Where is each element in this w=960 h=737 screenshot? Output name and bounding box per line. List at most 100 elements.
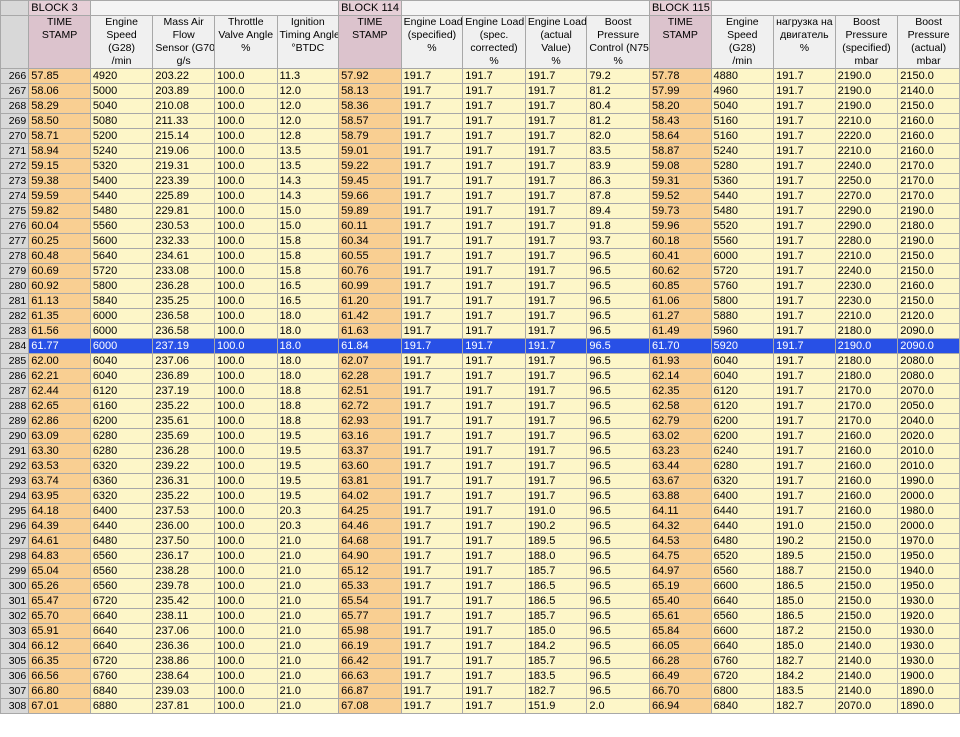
timestamp-cell[interactable]: 64.68 bbox=[338, 533, 402, 549]
value-cell[interactable]: 2220.0 bbox=[834, 128, 899, 144]
table-row[interactable]: 305 66.35 6720 238.86 100.0 21.0 66.42 191.7 191… bbox=[0, 653, 960, 669]
timestamp-cell[interactable]: 63.95 bbox=[28, 488, 91, 504]
timestamp-cell[interactable]: 60.41 bbox=[648, 248, 712, 264]
value-cell[interactable]: 6320 bbox=[89, 488, 154, 504]
table-row[interactable]: 269 58.50 5080 211.33 100.0 12.0 58.57 191.7 191… bbox=[0, 113, 960, 129]
value-cell[interactable]: 21.0 bbox=[276, 608, 340, 624]
value-cell[interactable]: 100.0 bbox=[213, 293, 278, 309]
timestamp-cell[interactable]: 61.49 bbox=[648, 323, 712, 339]
value-cell[interactable]: 5600 bbox=[89, 233, 154, 249]
value-cell[interactable]: 86.3 bbox=[586, 173, 650, 189]
value-cell[interactable]: 21.0 bbox=[276, 593, 340, 609]
row-number[interactable]: 292 bbox=[0, 458, 30, 474]
table-row[interactable]: 308 67.01 6880 237.81 100.0 21.0 67.08 191.7 191… bbox=[0, 698, 960, 714]
value-cell[interactable]: 237.06 bbox=[152, 623, 215, 639]
row-number[interactable]: 276 bbox=[0, 218, 30, 234]
timestamp-cell[interactable]: 61.20 bbox=[338, 293, 402, 309]
value-cell[interactable]: 100.0 bbox=[213, 338, 278, 354]
table-row[interactable]: 276 60.04 5560 230.53 100.0 15.0 60.11 191.7 191… bbox=[0, 218, 960, 234]
value-cell[interactable]: 100.0 bbox=[213, 518, 278, 534]
value-cell[interactable]: 183.5 bbox=[773, 683, 836, 699]
table-row[interactable]: 268 58.29 5040 210.08 100.0 12.0 58.36 191.7 191… bbox=[0, 98, 960, 114]
value-cell[interactable]: 18.0 bbox=[276, 368, 340, 384]
value-cell[interactable]: 6640 bbox=[710, 593, 775, 609]
value-cell[interactable]: 5720 bbox=[89, 263, 154, 279]
value-cell[interactable]: 191.7 bbox=[524, 143, 588, 159]
row-number[interactable]: 284 bbox=[0, 338, 30, 354]
value-cell[interactable]: 191.7 bbox=[773, 98, 836, 114]
value-cell[interactable]: 2070.0 bbox=[834, 698, 899, 714]
value-cell[interactable]: 223.39 bbox=[152, 173, 215, 189]
value-cell[interactable]: 2160.0 bbox=[834, 428, 899, 444]
value-cell[interactable]: 100.0 bbox=[213, 578, 278, 594]
value-cell[interactable]: 93.7 bbox=[586, 233, 650, 249]
timestamp-cell[interactable]: 58.79 bbox=[338, 128, 402, 144]
value-cell[interactable]: 21.0 bbox=[276, 668, 340, 684]
table-row[interactable]: 298 64.83 6560 236.17 100.0 21.0 64.90 191.7 191… bbox=[0, 548, 960, 564]
column-header[interactable]: Engine Speed (G28)/min bbox=[710, 15, 775, 69]
value-cell[interactable]: 2150.0 bbox=[897, 248, 960, 264]
value-cell[interactable]: 191.7 bbox=[462, 143, 526, 159]
value-cell[interactable]: 2080.0 bbox=[897, 368, 960, 384]
timestamp-cell[interactable]: 60.62 bbox=[648, 263, 712, 279]
value-cell[interactable]: 5160 bbox=[710, 128, 775, 144]
value-cell[interactable]: 1900.0 bbox=[897, 668, 960, 684]
value-cell[interactable]: 233.08 bbox=[152, 263, 215, 279]
value-cell[interactable]: 185.0 bbox=[524, 623, 588, 639]
value-cell[interactable]: 1970.0 bbox=[897, 533, 960, 549]
value-cell[interactable]: 6640 bbox=[89, 623, 154, 639]
value-cell[interactable]: 191.7 bbox=[773, 293, 836, 309]
timestamp-cell[interactable]: 59.45 bbox=[338, 173, 402, 189]
value-cell[interactable]: 100.0 bbox=[213, 323, 278, 339]
value-cell[interactable]: 2080.0 bbox=[897, 353, 960, 369]
value-cell[interactable]: 237.19 bbox=[152, 338, 215, 354]
value-cell[interactable]: 100.0 bbox=[213, 458, 278, 474]
timestamp-cell[interactable]: 61.42 bbox=[338, 308, 402, 324]
value-cell[interactable]: 2000.0 bbox=[897, 488, 960, 504]
timestamp-cell[interactable]: 59.38 bbox=[28, 173, 91, 189]
timestamp-cell[interactable]: 62.79 bbox=[648, 413, 712, 429]
value-cell[interactable]: 191.7 bbox=[462, 203, 526, 219]
value-cell[interactable]: 100.0 bbox=[213, 308, 278, 324]
value-cell[interactable]: 191.7 bbox=[400, 608, 464, 624]
value-cell[interactable]: 100.0 bbox=[213, 488, 278, 504]
column-header[interactable]: TIME STAMP bbox=[28, 15, 91, 69]
row-number[interactable]: 303 bbox=[0, 623, 30, 639]
timestamp-cell[interactable]: 67.08 bbox=[338, 698, 402, 714]
value-cell[interactable]: 191.7 bbox=[400, 353, 464, 369]
value-cell[interactable]: 6840 bbox=[710, 698, 775, 714]
value-cell[interactable]: 6360 bbox=[89, 473, 154, 489]
value-cell[interactable]: 100.0 bbox=[213, 383, 278, 399]
value-cell[interactable]: 19.5 bbox=[276, 473, 340, 489]
value-cell[interactable]: 6720 bbox=[710, 668, 775, 684]
timestamp-cell[interactable]: 58.57 bbox=[338, 113, 402, 129]
value-cell[interactable]: 237.50 bbox=[152, 533, 215, 549]
value-cell[interactable]: 14.3 bbox=[276, 173, 340, 189]
value-cell[interactable]: 2230.0 bbox=[834, 293, 899, 309]
value-cell[interactable]: 191.7 bbox=[462, 653, 526, 669]
value-cell[interactable]: 191.7 bbox=[462, 533, 526, 549]
table-row[interactable]: 290 63.09 6280 235.69 100.0 19.5 63.16 191.7 191… bbox=[0, 428, 960, 444]
value-cell[interactable]: 235.42 bbox=[152, 593, 215, 609]
value-cell[interactable]: 12.0 bbox=[276, 113, 340, 129]
value-cell[interactable]: 1980.0 bbox=[897, 503, 960, 519]
value-cell[interactable]: 2150.0 bbox=[834, 593, 899, 609]
value-cell[interactable]: 2150.0 bbox=[834, 623, 899, 639]
timestamp-cell[interactable]: 58.29 bbox=[28, 98, 91, 114]
value-cell[interactable]: 5880 bbox=[710, 308, 775, 324]
value-cell[interactable]: 21.0 bbox=[276, 683, 340, 699]
timestamp-cell[interactable]: 59.59 bbox=[28, 188, 91, 204]
value-cell[interactable]: 96.5 bbox=[586, 638, 650, 654]
value-cell[interactable]: 6200 bbox=[710, 428, 775, 444]
value-cell[interactable]: 6800 bbox=[710, 683, 775, 699]
value-cell[interactable]: 191.7 bbox=[773, 503, 836, 519]
value-cell[interactable]: 191.7 bbox=[400, 188, 464, 204]
row-number[interactable]: 293 bbox=[0, 473, 30, 489]
value-cell[interactable]: 2230.0 bbox=[834, 278, 899, 294]
row-number[interactable]: 299 bbox=[0, 563, 30, 579]
timestamp-cell[interactable]: 64.25 bbox=[338, 503, 402, 519]
value-cell[interactable]: 191.7 bbox=[462, 263, 526, 279]
value-cell[interactable]: 191.7 bbox=[462, 668, 526, 684]
value-cell[interactable]: 100.0 bbox=[213, 398, 278, 414]
timestamp-cell[interactable]: 65.40 bbox=[648, 593, 712, 609]
